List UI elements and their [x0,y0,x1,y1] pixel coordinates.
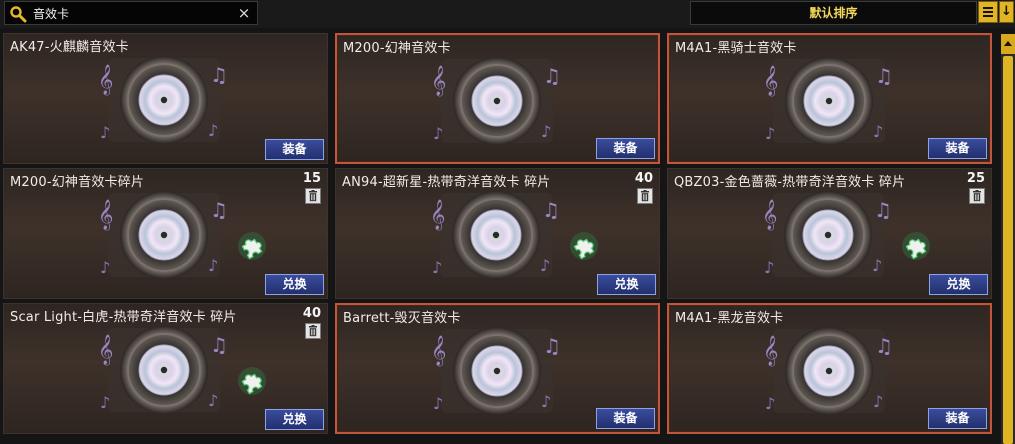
item-card[interactable]: QBZ03-金色蔷薇-热带奇洋音效卡 碎片 25 𝄞 ♫ ♪ ♪ 兑换 [667,168,992,299]
svg-text:♪: ♪ [765,394,775,413]
card-count: 40 [302,306,321,321]
search-box[interactable]: × [4,1,258,25]
item-card[interactable]: AK47-火麒麟音效卡 𝄞 ♫ ♪ ♪ 装备 [3,33,328,164]
puzzle-piece-icon [570,232,598,260]
svg-text:♪: ♪ [541,122,551,141]
puzzle-piece-icon [902,232,930,260]
sound-card-art: 𝄞 ♫ ♪ ♪ [431,327,561,415]
svg-text:𝄞: 𝄞 [431,335,446,367]
svg-text:♪: ♪ [540,256,550,275]
svg-text:♫: ♫ [543,64,561,88]
svg-text:♪: ♪ [873,392,883,411]
svg-text:♪: ♪ [208,121,218,140]
item-card[interactable]: M200-幻神音效卡 𝄞 ♫ ♪ ♪ 装备 [335,33,660,164]
search-icon [10,6,27,23]
svg-text:♪: ♪ [100,258,110,277]
exchange-button[interactable]: 兑换 [265,409,324,430]
svg-text:♫: ♫ [875,334,893,358]
svg-text:♫: ♫ [210,333,228,357]
sound-card-art: 𝄞 ♫ ♪ ♪ [763,327,893,415]
card-count: 15 [302,171,321,186]
svg-text:𝄞: 𝄞 [98,199,113,231]
sound-card-art: 𝄞 ♫ ♪ ♪ [431,57,561,145]
equip-button[interactable]: 装备 [265,139,324,160]
equip-button[interactable]: 装备 [596,408,655,429]
equip-button[interactable]: 装备 [928,408,987,429]
trash-icon[interactable] [305,323,321,339]
svg-text:♪: ♪ [764,258,774,277]
svg-text:𝄞: 𝄞 [430,199,445,231]
sort-dropdown[interactable]: 默认排序 [690,1,977,25]
sound-card-art: 𝄞 ♫ ♪ ♪ [762,191,892,279]
sound-card-art: 𝄞 ♫ ♪ ♪ [98,56,228,144]
sound-card-art: 𝄞 ♫ ♪ ♪ [763,57,893,145]
svg-text:𝄞: 𝄞 [431,65,446,97]
card-count: 40 [634,171,653,186]
equip-button[interactable]: 装备 [596,138,655,159]
list-menu-icon[interactable] [978,1,998,23]
sound-card-art: 𝄞 ♫ ♪ ♪ [430,191,560,279]
svg-text:𝄞: 𝄞 [762,199,777,231]
clear-search-icon[interactable]: × [236,4,252,22]
svg-text:♪: ♪ [433,124,443,143]
exchange-button[interactable]: 兑换 [265,274,324,295]
sort-direction-icon[interactable]: ↓ [999,1,1014,23]
svg-text:♪: ♪ [432,258,442,277]
trash-icon[interactable] [969,188,985,204]
svg-text:♫: ♫ [542,198,560,222]
exchange-button[interactable]: 兑换 [597,274,656,295]
svg-text:♫: ♫ [210,198,228,222]
exchange-button[interactable]: 兑换 [929,274,988,295]
svg-text:♫: ♫ [210,63,228,87]
search-input[interactable] [33,4,233,22]
svg-text:♪: ♪ [765,124,775,143]
svg-text:𝄞: 𝄞 [763,335,778,367]
card-count: 25 [966,171,985,186]
trash-icon[interactable] [637,188,653,204]
puzzle-piece-icon [238,232,266,260]
item-card[interactable]: M200-幻神音效卡碎片 15 𝄞 ♫ ♪ ♪ 兑换 [3,168,328,299]
equip-button[interactable]: 装备 [928,138,987,159]
svg-text:♪: ♪ [208,256,218,275]
svg-text:♪: ♪ [541,392,551,411]
svg-text:♪: ♪ [873,122,883,141]
svg-text:♪: ♪ [100,393,110,412]
svg-text:♫: ♫ [875,64,893,88]
sound-card-art: 𝄞 ♫ ♪ ♪ [98,326,228,414]
svg-text:♪: ♪ [208,391,218,410]
svg-text:𝄞: 𝄞 [763,65,778,97]
svg-text:♪: ♪ [100,123,110,142]
item-card[interactable]: M4A1-黑龙音效卡 𝄞 ♫ ♪ ♪ 装备 [667,303,992,434]
trash-icon[interactable] [305,188,321,204]
svg-text:♪: ♪ [433,394,443,413]
item-card[interactable]: Barrett-毁灭音效卡 𝄞 ♫ ♪ ♪ 装备 [335,303,660,434]
puzzle-piece-icon [238,367,266,395]
item-card[interactable]: Scar Light-白虎-热带奇洋音效卡 碎片 40 𝄞 ♫ ♪ ♪ 兑换 [3,303,328,434]
svg-text:♫: ♫ [874,198,892,222]
svg-text:♪: ♪ [872,256,882,275]
sound-card-art: 𝄞 ♫ ♪ ♪ [98,191,228,279]
item-card[interactable]: M4A1-黑骑士音效卡 𝄞 ♫ ♪ ♪ 装备 [667,33,992,164]
svg-text:𝄞: 𝄞 [98,334,113,366]
item-card[interactable]: AN94-超新星-热带奇洋音效卡 碎片 40 𝄞 ♫ ♪ ♪ 兑换 [335,168,660,299]
top-bar: × 默认排序 ↓ [0,0,1015,28]
svg-text:♫: ♫ [543,334,561,358]
scrollbar-thumb[interactable] [1003,56,1013,444]
scroll-up-icon[interactable] [1001,34,1015,54]
svg-text:𝄞: 𝄞 [98,64,113,96]
